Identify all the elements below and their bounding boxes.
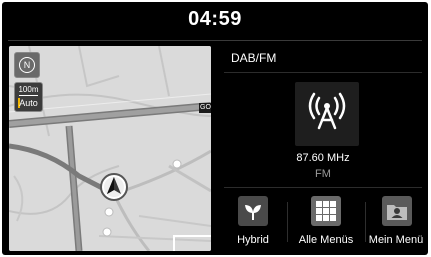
vehicle-position-icon — [100, 173, 128, 201]
hybrid-label: Hybrid — [237, 234, 269, 246]
my-menu-button[interactable]: Mein Menü — [366, 192, 426, 252]
north-indicator-icon: N — [19, 57, 35, 73]
map-scale-control[interactable]: 100m Auto — [14, 82, 43, 112]
radio-antenna-icon — [308, 92, 346, 130]
media-divider — [224, 72, 422, 73]
radio-frequency: 87.60 MHz — [296, 152, 350, 164]
road-badge: GO — [200, 104, 211, 111]
all-menus-button[interactable]: Alle Menüs — [290, 192, 362, 252]
scale-mode: Auto — [19, 98, 38, 108]
media-source-title[interactable]: DAB/FM — [231, 51, 276, 65]
clock: 04:59 — [188, 7, 242, 30]
navigation-map[interactable]: GO N 100m Auto — [9, 46, 211, 251]
header-divider — [8, 40, 422, 41]
radio-tile[interactable] — [295, 82, 359, 146]
my-menu-label: Mein Menü — [368, 234, 424, 246]
grid-icon — [311, 196, 341, 226]
menu-separator — [287, 202, 288, 242]
leaf-icon — [238, 196, 268, 226]
compass-button[interactable]: N — [14, 52, 40, 78]
hybrid-button[interactable]: Hybrid — [228, 192, 278, 252]
scale-bar — [19, 95, 38, 96]
head-unit-screen: 04:59 GO N 100m Auto DAB/FM 87.60 MHz FM… — [2, 2, 428, 255]
all-menus-label: Alle Menüs — [298, 234, 354, 246]
radio-band: FM — [315, 168, 331, 180]
folder-user-icon — [382, 196, 412, 226]
menu-divider — [224, 187, 422, 188]
scale-distance: 100m — [18, 85, 39, 94]
